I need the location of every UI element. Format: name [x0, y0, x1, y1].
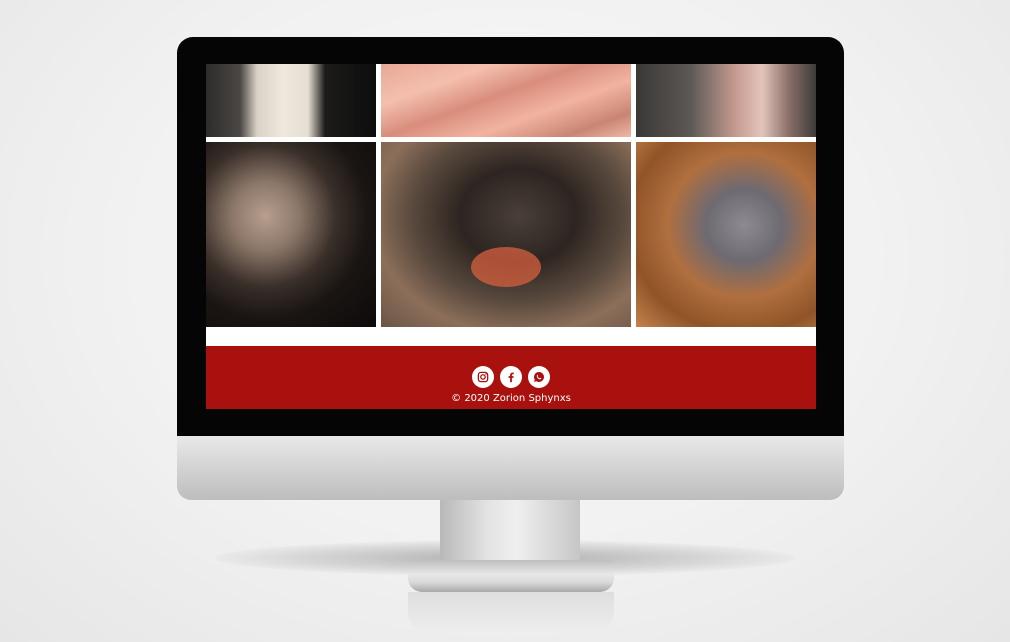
website-screen: © 2020 Zorion Sphynxs — [206, 64, 816, 409]
stand-reflection — [408, 592, 614, 632]
whatsapp-icon — [534, 372, 544, 382]
photo-sphynx-blanket[interactable] — [206, 142, 376, 327]
photo-cat-bed[interactable] — [636, 64, 816, 137]
monitor-stand-base — [408, 560, 614, 592]
site-footer: © 2020 Zorion Sphynxs — [206, 346, 816, 409]
facebook-icon — [508, 372, 514, 383]
photo-pink-fur[interactable] — [381, 64, 631, 137]
monitor-chin — [177, 436, 844, 500]
social-links — [206, 366, 816, 388]
instagram-icon — [477, 371, 489, 383]
toy-accent — [471, 247, 541, 287]
photo-cat-tree[interactable] — [206, 64, 376, 137]
instagram-button[interactable] — [472, 366, 494, 388]
photo-sphynx-toy[interactable] — [381, 142, 631, 327]
copyright-text: © 2020 Zorion Sphynxs — [451, 393, 571, 404]
whatsapp-button[interactable] — [528, 366, 550, 388]
photo-sphynx-kittens[interactable] — [636, 142, 816, 327]
monitor-stand-neck — [440, 500, 580, 562]
facebook-button[interactable] — [500, 366, 522, 388]
